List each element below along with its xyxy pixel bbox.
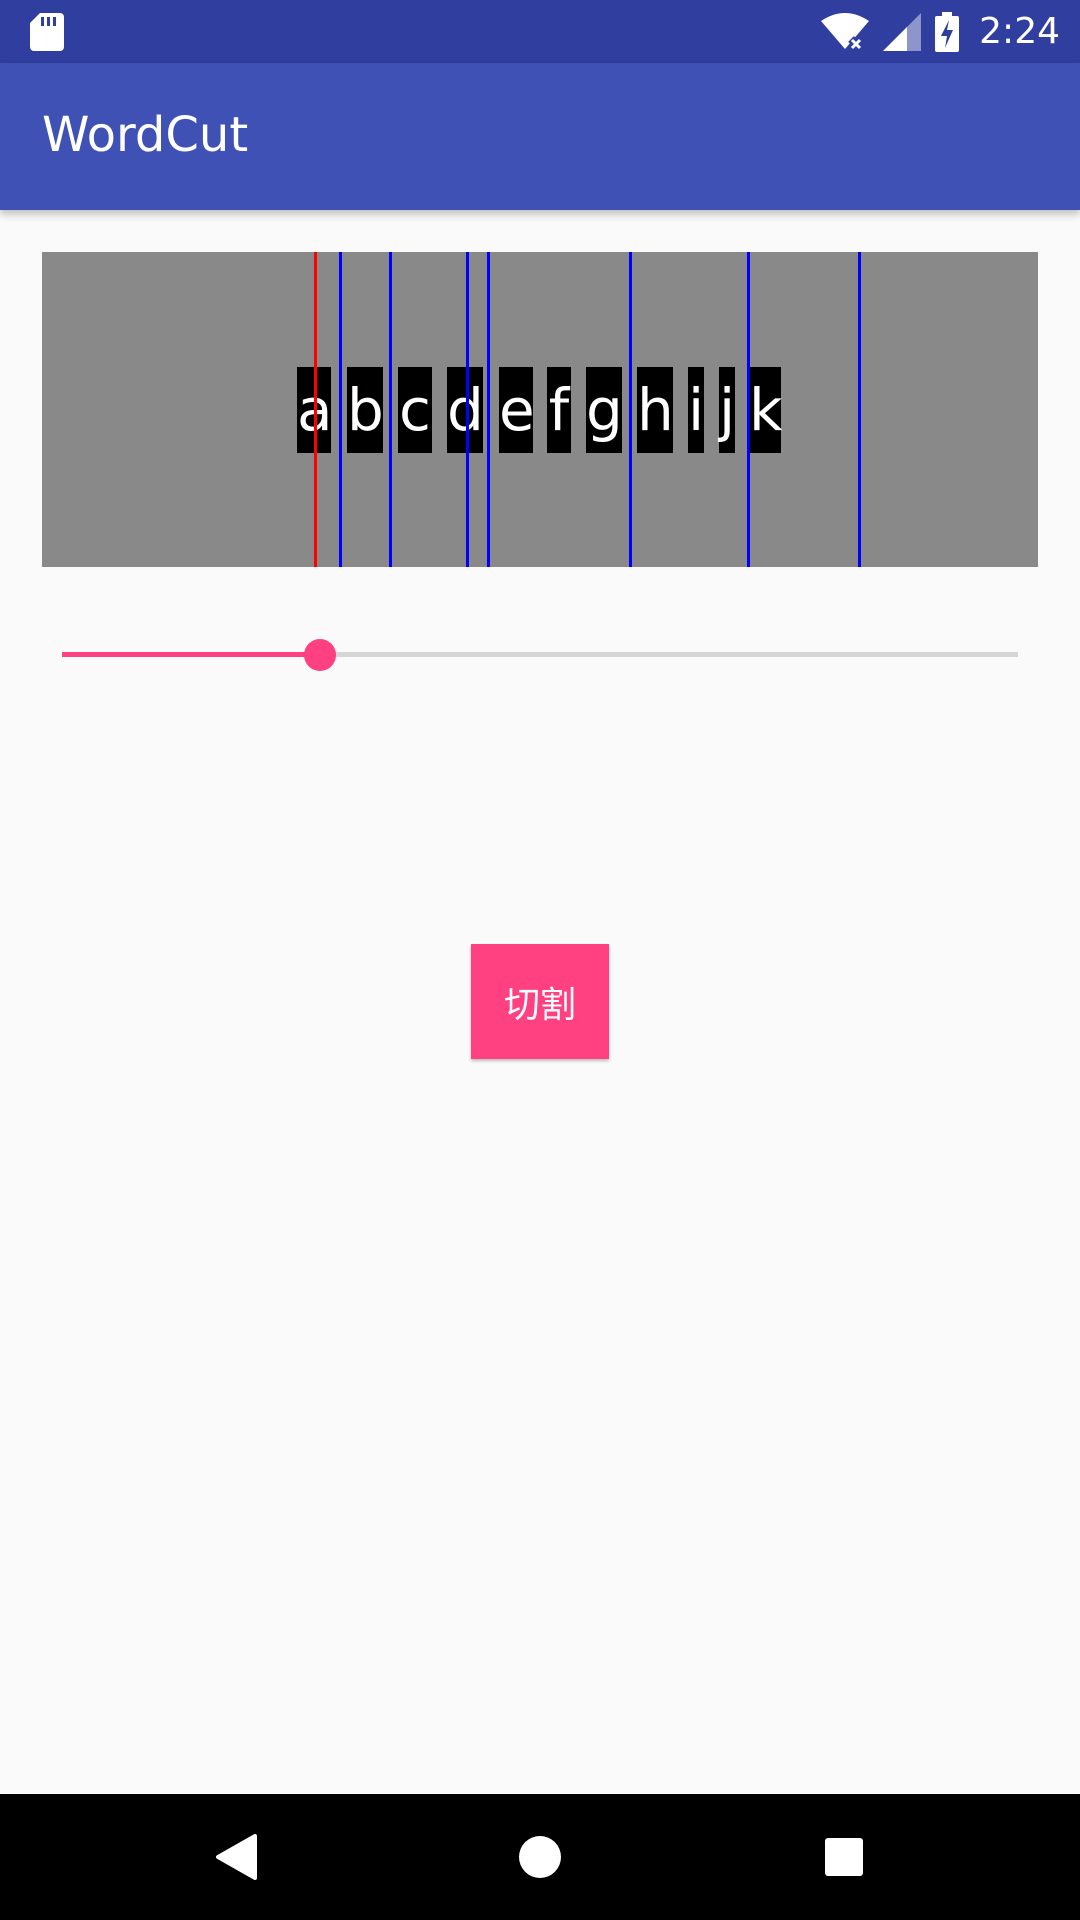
slider-thumb[interactable]	[304, 639, 336, 671]
cut-line	[339, 252, 342, 567]
slider-track-fill	[62, 652, 320, 657]
recents-icon	[825, 1838, 863, 1876]
recents-button[interactable]	[784, 1794, 904, 1920]
cut-button[interactable]: 切割	[471, 944, 609, 1059]
cut-line	[747, 252, 750, 567]
status-bar: 2:24	[0, 0, 1080, 63]
cut-line	[389, 252, 392, 567]
image-preview[interactable]: a b c d e f g h i j k	[42, 252, 1038, 567]
letter-box: g	[586, 367, 623, 453]
home-icon	[519, 1836, 561, 1878]
app-title: WordCut	[42, 107, 249, 163]
letter-box: c	[398, 367, 432, 453]
cut-line	[466, 252, 469, 567]
cut-position-slider[interactable]	[62, 639, 1018, 671]
status-time: 2:24	[979, 11, 1060, 52]
status-icons: 2:24	[821, 0, 1060, 63]
cell-signal-icon	[883, 12, 922, 51]
cut-line	[858, 252, 861, 567]
screen: 2:24 WordCut a b c d e f g h i j k 切割	[0, 0, 1080, 1920]
navigation-bar	[0, 1794, 1080, 1920]
letter-box: k	[749, 367, 783, 453]
cut-line	[487, 252, 490, 567]
letter-box: f	[547, 367, 571, 453]
home-button[interactable]	[480, 1794, 600, 1920]
wifi-no-internet-icon	[821, 12, 870, 51]
cut-line	[629, 252, 632, 567]
letter-box: i	[688, 367, 704, 453]
sd-card-icon	[30, 13, 64, 51]
app-bar: WordCut	[0, 63, 1080, 210]
back-button[interactable]	[176, 1794, 296, 1920]
letter-box: j	[719, 367, 735, 453]
battery-charging-icon	[935, 11, 960, 52]
letter-box: h	[637, 367, 674, 453]
letter-box: d	[447, 367, 484, 453]
letter-box: b	[347, 367, 384, 453]
back-icon	[216, 1834, 257, 1880]
letter-box: e	[499, 367, 535, 453]
selected-cut-line	[314, 252, 317, 567]
